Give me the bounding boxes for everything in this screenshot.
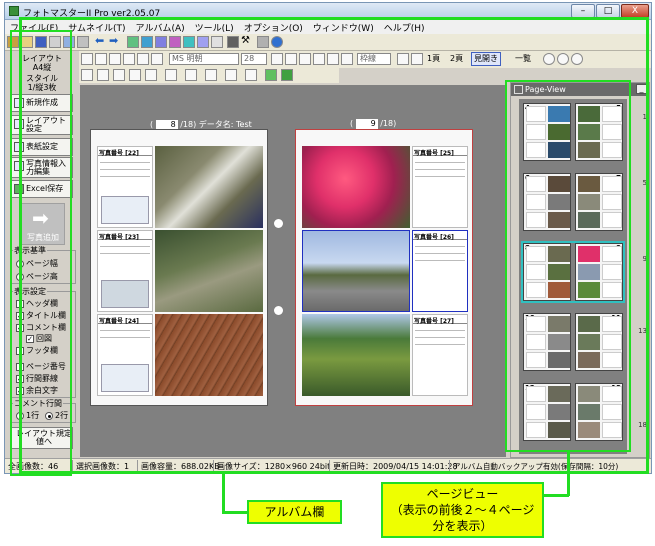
minimize-button[interactable]: – (571, 4, 595, 18)
pageview-callout-line1: ページビュー (426, 487, 499, 501)
album-callout-leader (222, 511, 248, 514)
pageview-callout-line2: （表示の前後２～４ページ (390, 503, 535, 517)
highlight-page-view (505, 80, 631, 452)
album-callout-leader (222, 473, 225, 513)
pageview-callout-line3: 分を表示） (432, 519, 493, 533)
close-button[interactable]: X (621, 4, 649, 18)
album-callout-text: アルバム欄 (264, 505, 325, 519)
pageview-callout: ページビュー （表示の前後２～４ページ 分を表示） (381, 482, 544, 538)
highlight-left-panel (10, 30, 72, 476)
app-icon (9, 6, 19, 16)
pageview-callout-leader (567, 452, 570, 496)
maximize-button[interactable]: □ (596, 4, 620, 18)
pageview-callout-leader (543, 494, 569, 497)
album-callout: アルバム欄 (247, 500, 342, 524)
